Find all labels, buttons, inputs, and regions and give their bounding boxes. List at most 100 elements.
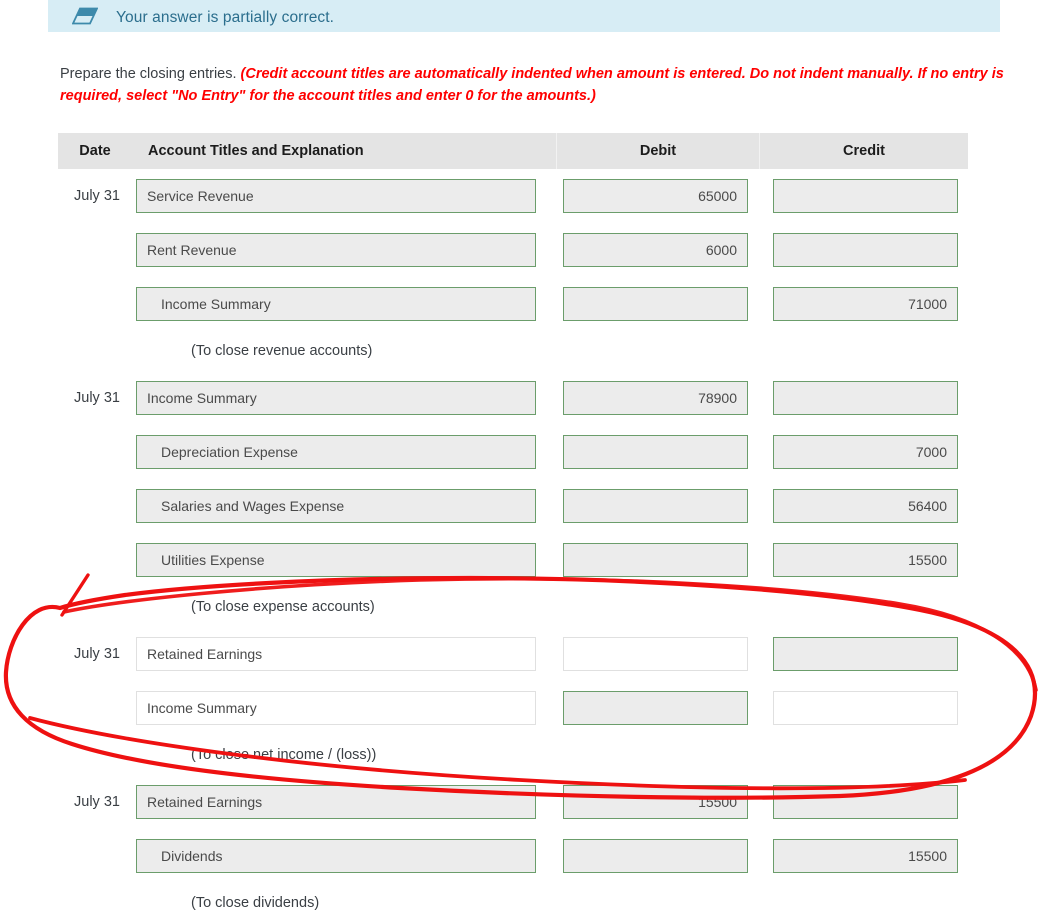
account-cell <box>136 489 536 523</box>
entry-memo-row: (To close expense accounts) <box>58 587 968 627</box>
journal-entry-table: Date Account Titles and Explanation Debi… <box>58 133 968 923</box>
account-title-input[interactable] <box>136 233 536 267</box>
credit-cell <box>773 785 958 819</box>
table-header-row: Date Account Titles and Explanation Debi… <box>58 133 968 169</box>
account-cell <box>136 233 536 267</box>
credit-cell <box>773 489 958 523</box>
account-title-input[interactable] <box>136 489 536 523</box>
journal-line-row: July 31 <box>58 371 968 425</box>
debit-cell <box>563 691 748 725</box>
debit-amount-input[interactable] <box>563 233 748 267</box>
credit-cell <box>773 543 958 577</box>
credit-cell <box>773 839 958 873</box>
debit-amount-input[interactable] <box>563 785 748 819</box>
credit-amount-input[interactable] <box>773 233 958 267</box>
journal-line-row <box>58 829 968 883</box>
instructions: Prepare the closing entries. (Credit acc… <box>60 63 1006 108</box>
account-title-input[interactable] <box>136 435 536 469</box>
credit-amount-input[interactable] <box>773 435 958 469</box>
column-header-account: Account Titles and Explanation <box>132 133 557 169</box>
debit-cell <box>563 785 748 819</box>
debit-cell <box>563 637 748 671</box>
debit-amount-input[interactable] <box>563 381 748 415</box>
entry-memo-row: (To close net income / (loss)) <box>58 735 968 775</box>
account-cell <box>136 785 536 819</box>
journal-line-row <box>58 277 968 331</box>
credit-amount-input[interactable] <box>773 543 958 577</box>
debit-amount-input[interactable] <box>563 179 748 213</box>
journal-entries: July 31 (To close revenue accounts) July 3… <box>58 169 968 923</box>
account-cell <box>136 691 536 725</box>
journal-line-row: July 31 <box>58 775 968 829</box>
eraser-icon <box>72 7 98 25</box>
debit-cell <box>563 179 748 213</box>
credit-cell <box>773 287 958 321</box>
debit-cell <box>563 543 748 577</box>
debit-amount-input[interactable] <box>563 691 748 725</box>
column-header-credit: Credit <box>843 143 885 159</box>
entry-date: July 31 <box>74 188 120 204</box>
debit-cell <box>563 839 748 873</box>
column-header-date: Date <box>79 143 111 159</box>
credit-cell <box>773 435 958 469</box>
credit-amount-input[interactable] <box>773 637 958 671</box>
entry-date: July 31 <box>74 390 120 406</box>
debit-amount-input[interactable] <box>563 489 748 523</box>
account-cell <box>136 381 536 415</box>
credit-amount-input[interactable] <box>773 489 958 523</box>
journal-line-row: July 31 <box>58 627 968 681</box>
entry-memo-row: (To close revenue accounts) <box>58 331 968 371</box>
credit-cell <box>773 233 958 267</box>
instructions-lead: Prepare the closing entries. <box>60 66 241 82</box>
account-title-input[interactable] <box>136 287 536 321</box>
column-header-debit: Debit <box>557 133 760 169</box>
account-cell <box>136 435 536 469</box>
credit-cell <box>773 637 958 671</box>
account-cell <box>136 287 536 321</box>
memo-text: (To close dividends) <box>191 895 320 911</box>
account-title-input[interactable] <box>136 839 536 873</box>
credit-amount-input[interactable] <box>773 179 958 213</box>
entry-memo-row: (To close dividends) <box>58 883 968 923</box>
debit-cell <box>563 287 748 321</box>
debit-amount-input[interactable] <box>563 637 748 671</box>
debit-amount-input[interactable] <box>563 543 748 577</box>
debit-cell <box>563 489 748 523</box>
debit-cell <box>563 435 748 469</box>
journal-line-row <box>58 681 968 735</box>
entry-date: July 31 <box>74 794 120 810</box>
account-title-input[interactable] <box>136 179 536 213</box>
account-cell <box>136 637 536 671</box>
account-title-input[interactable] <box>136 785 536 819</box>
account-title-input[interactable] <box>136 691 536 725</box>
entry-date: July 31 <box>74 646 120 662</box>
credit-amount-input[interactable] <box>773 287 958 321</box>
account-cell <box>136 179 536 213</box>
credit-cell <box>773 179 958 213</box>
debit-amount-input[interactable] <box>563 435 748 469</box>
journal-line-row <box>58 425 968 479</box>
credit-amount-input[interactable] <box>773 839 958 873</box>
credit-cell <box>773 691 958 725</box>
credit-amount-input[interactable] <box>773 785 958 819</box>
page-root: Your answer is partially correct. Prepar… <box>0 0 1042 924</box>
debit-amount-input[interactable] <box>563 839 748 873</box>
journal-line-row <box>58 223 968 277</box>
account-title-input[interactable] <box>136 637 536 671</box>
journal-line-row <box>58 479 968 533</box>
debit-cell <box>563 233 748 267</box>
memo-text: (To close net income / (loss)) <box>191 747 377 763</box>
account-cell <box>136 839 536 873</box>
memo-text: (To close revenue accounts) <box>191 343 373 359</box>
alert-message: Your answer is partially correct. <box>116 8 335 26</box>
debit-amount-input[interactable] <box>563 287 748 321</box>
account-title-input[interactable] <box>136 381 536 415</box>
debit-cell <box>563 381 748 415</box>
partially-correct-alert: Your answer is partially correct. <box>48 0 1000 32</box>
credit-cell <box>773 381 958 415</box>
account-title-input[interactable] <box>136 543 536 577</box>
account-cell <box>136 543 536 577</box>
credit-amount-input[interactable] <box>773 691 958 725</box>
credit-amount-input[interactable] <box>773 381 958 415</box>
journal-line-row <box>58 533 968 587</box>
